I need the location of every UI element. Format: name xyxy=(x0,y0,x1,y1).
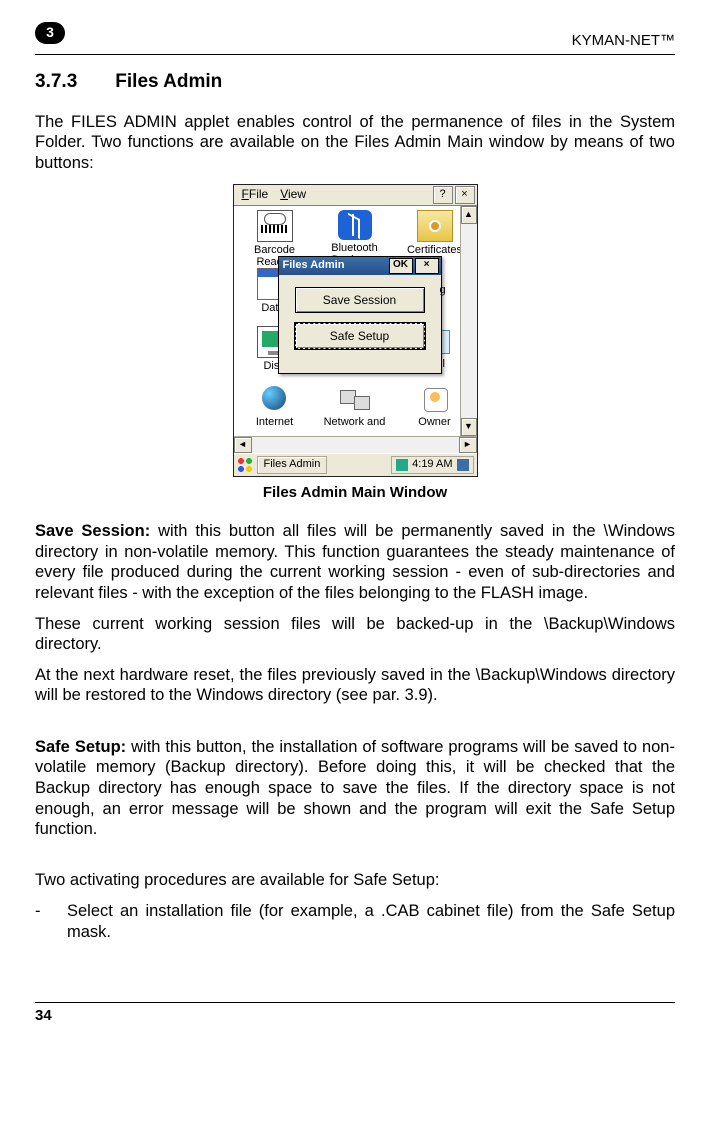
dialog-title-text: Files Admin xyxy=(283,259,345,273)
menu-file[interactable]: FFileFile xyxy=(236,187,275,202)
scroll-up-icon[interactable]: ▲ xyxy=(461,206,477,224)
dialog-ok-button[interactable]: OK xyxy=(389,258,413,274)
network-icon xyxy=(338,384,372,414)
scroll-right-icon[interactable]: ► xyxy=(459,437,477,453)
tray-icon[interactable] xyxy=(457,459,469,471)
procedures-intro: Two activating procedures are available … xyxy=(35,870,675,891)
files-admin-dialog: Files Admin OK × Save Session Safe Setup xyxy=(278,256,442,374)
dialog-titlebar: Files Admin OK × xyxy=(279,257,441,275)
save-session-paragraph-1: Save Session: with this button all files… xyxy=(35,521,675,604)
save-session-button[interactable]: Save Session xyxy=(295,287,425,313)
close-button[interactable]: × xyxy=(455,186,475,204)
taskbar: Files Admin 4:19 AM xyxy=(234,453,477,476)
clock: 4:19 AM xyxy=(412,458,452,472)
save-session-paragraph-2: These current working session files will… xyxy=(35,614,675,655)
safe-setup-button[interactable]: Safe Setup xyxy=(295,323,425,349)
menu-view[interactable]: View xyxy=(274,187,312,202)
page-number: 34 xyxy=(35,1007,52,1024)
owner-icon xyxy=(418,384,452,414)
cp-label: Internet xyxy=(236,416,314,428)
intro-paragraph: The FILES ADMIN applet enables control o… xyxy=(35,112,675,174)
start-icon[interactable] xyxy=(237,457,253,473)
bullet-dash: - xyxy=(35,901,67,942)
certificates-icon xyxy=(417,210,453,242)
figure-caption: Files Admin Main Window xyxy=(35,484,675,503)
scroll-down-icon[interactable]: ▼ xyxy=(461,418,477,436)
safe-setup-label: Safe Setup: xyxy=(35,738,126,756)
bullet-text: Select an installation file (for example… xyxy=(67,901,675,942)
scroll-left-icon[interactable]: ◄ xyxy=(234,437,252,453)
taskbar-item[interactable]: Files Admin xyxy=(257,456,328,474)
section-heading: 3.7.3 Files Admin xyxy=(35,70,675,94)
tray-icon[interactable] xyxy=(396,459,408,471)
section-title: Files Admin xyxy=(115,71,222,92)
control-panel-grid: Barcode Reader Bluetooth Device ... Cert… xyxy=(234,206,477,436)
save-session-label: Save Session: xyxy=(35,522,150,540)
barcode-icon xyxy=(257,210,293,242)
save-session-paragraph-3: At the next hardware reset, the files pr… xyxy=(35,665,675,706)
dialog-close-button[interactable]: × xyxy=(415,258,439,274)
system-tray: 4:19 AM xyxy=(391,456,473,474)
cp-label: Network and xyxy=(316,416,394,428)
safe-setup-paragraph: Safe Setup: with this button, the instal… xyxy=(35,737,675,840)
list-item: - Select an installation file (for examp… xyxy=(35,901,675,942)
menubar: FFileFile View ? × xyxy=(234,185,477,206)
cp-label-fragment: g xyxy=(440,284,446,298)
page-footer: 34 xyxy=(35,1002,675,1026)
help-button[interactable]: ? xyxy=(433,186,453,204)
bluetooth-icon xyxy=(338,210,372,240)
chapter-badge: 3 xyxy=(35,22,65,44)
cp-network[interactable]: Network and xyxy=(316,384,394,428)
cp-internet[interactable]: Internet xyxy=(236,384,314,428)
screenshot-window: FFileFile View ? × Barcode Reader Blueto… xyxy=(233,184,478,477)
horizontal-scrollbar[interactable]: ◄ ► xyxy=(234,436,477,453)
vertical-scrollbar[interactable]: ▲ ▼ xyxy=(460,206,477,436)
globe-icon xyxy=(258,384,292,414)
section-number: 3.7.3 xyxy=(35,70,110,94)
product-name: KYMAN-NET™ xyxy=(572,32,675,51)
